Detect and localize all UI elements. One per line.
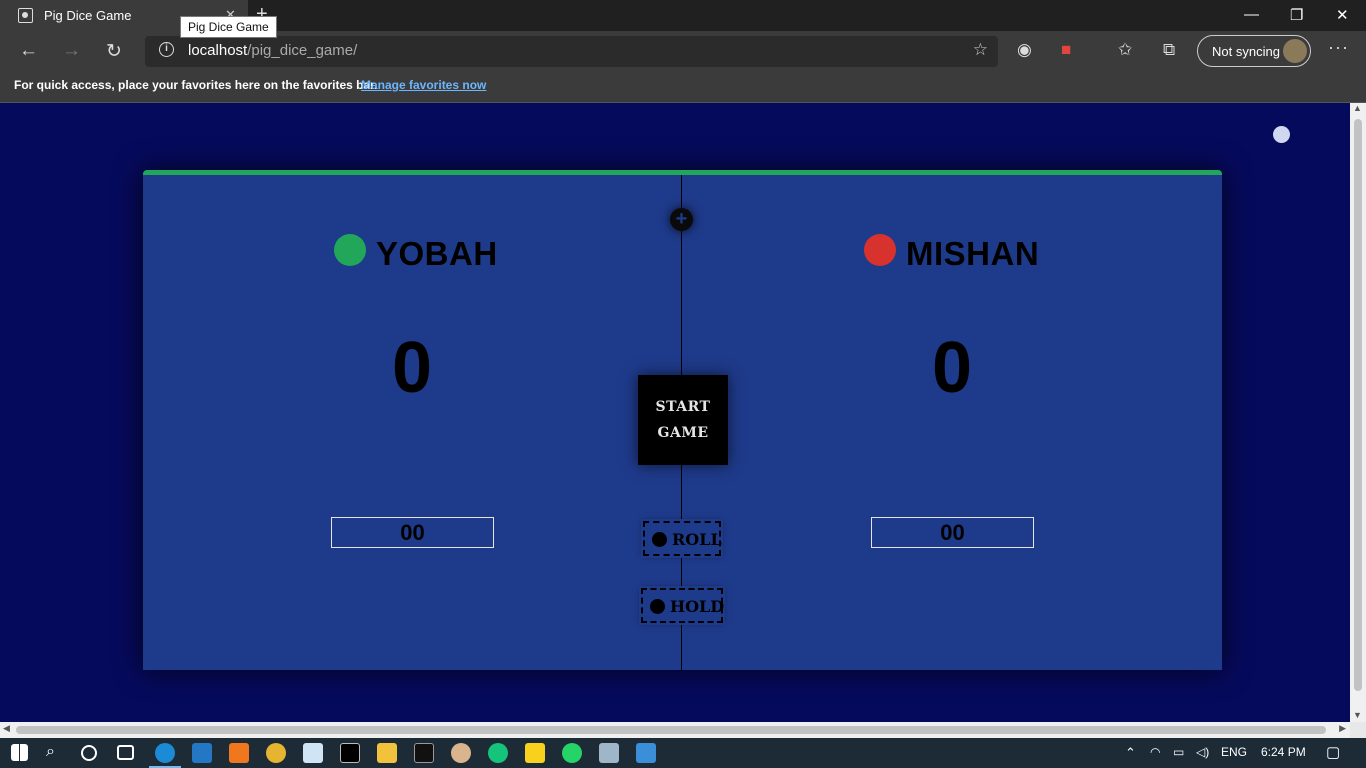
tab-title: Pig Dice Game xyxy=(44,8,132,23)
horizontal-scroll-thumb[interactable] xyxy=(16,726,1326,734)
show-hidden-icons-icon[interactable]: ⌃ xyxy=(1125,745,1136,761)
task-view-icon[interactable] xyxy=(117,745,134,760)
tab-tooltip: Pig Dice Game xyxy=(180,16,277,38)
hold-button[interactable]: HOLD xyxy=(639,586,725,625)
more-menu-icon[interactable]: ··· xyxy=(1328,37,1349,58)
start-label-line1: START xyxy=(655,399,711,415)
manage-favorites-link[interactable]: Manage favorites now xyxy=(361,78,486,92)
vscode-icon[interactable] xyxy=(192,743,212,763)
player2-dot xyxy=(864,234,896,266)
search-icon[interactable]: ⌕ xyxy=(46,743,66,763)
favorites-icon[interactable]: ✩ xyxy=(1118,40,1132,60)
minimize-button[interactable]: — xyxy=(1244,6,1259,23)
scroll-right-icon[interactable]: ▶ xyxy=(1339,723,1346,734)
windows-taskbar: ⌕ ⌃ ◠ ▭ ◁) ENG 6:24 PM ▢ xyxy=(0,738,1366,768)
refresh-button[interactable]: ↻ xyxy=(106,40,122,63)
tab-bar: Pig Dice Game ✕ + Pig Dice Game — ❐ ✕ xyxy=(0,0,1366,38)
new-game-icon[interactable]: + xyxy=(670,208,693,231)
player2-score: 0 xyxy=(931,328,973,408)
terminal-icon[interactable] xyxy=(340,743,360,763)
whatsapp-icon[interactable] xyxy=(562,743,582,763)
page-viewport: + YOBAH 0 00 MISHAN 0 00 START GAME ROLL… xyxy=(0,103,1350,722)
sync-label: Not syncing xyxy=(1212,44,1280,59)
scroll-left-icon[interactable]: ◀ xyxy=(3,723,10,734)
notifications-icon[interactable]: ▢ xyxy=(1326,743,1340,761)
pause-circle-icon xyxy=(650,599,665,614)
game-board: + YOBAH 0 00 MISHAN 0 00 START GAME ROLL… xyxy=(143,170,1222,670)
battery-icon[interactable]: ▭ xyxy=(1173,745,1184,759)
wifi-icon[interactable]: ◠ xyxy=(1150,745,1160,759)
player2-current-score: 00 xyxy=(871,517,1034,548)
cortana-icon[interactable] xyxy=(81,745,97,761)
forward-button[interactable]: → xyxy=(62,40,81,62)
sticky-notes-icon[interactable] xyxy=(525,743,545,763)
vertical-scroll-thumb[interactable] xyxy=(1354,119,1362,691)
back-button[interactable]: ← xyxy=(19,40,38,62)
vertical-scrollbar[interactable]: ▲ ▼ xyxy=(1350,103,1366,722)
avatar xyxy=(1283,39,1307,63)
player2-name: MISHAN xyxy=(906,235,1040,272)
address-bar[interactable]: i localhost/pig_dice_game/ ☆ xyxy=(145,36,998,67)
restore-button[interactable]: ❐ xyxy=(1290,6,1303,24)
scrollbar-corner xyxy=(1350,722,1366,738)
roll-button[interactable]: ROLL xyxy=(641,519,723,558)
favorite-star-icon[interactable]: ☆ xyxy=(973,40,988,60)
edge-browser-icon[interactable] xyxy=(155,743,175,763)
horizontal-scrollbar[interactable]: ◀ ▶ xyxy=(0,722,1350,738)
pig-favicon-icon xyxy=(18,8,33,23)
xampp-icon[interactable] xyxy=(229,743,249,763)
console-app-icon[interactable] xyxy=(414,743,434,763)
chrome-icon[interactable] xyxy=(266,743,286,763)
camera-extension-icon[interactable]: ■ xyxy=(1061,40,1071,60)
notepad-icon[interactable] xyxy=(303,743,323,763)
play-circle-icon xyxy=(652,532,667,547)
start-game-button[interactable]: START GAME xyxy=(638,375,728,465)
collections-icon[interactable]: ⧉ xyxy=(1163,40,1175,60)
player1-name: YOBAH xyxy=(376,235,498,272)
remote-desktop-icon[interactable] xyxy=(599,743,619,763)
grammarly-icon[interactable] xyxy=(488,743,508,763)
extension-circle-icon[interactable]: ◉ xyxy=(1017,40,1032,60)
player1-current-score: 00 xyxy=(331,517,494,548)
language-indicator[interactable]: ENG xyxy=(1221,745,1247,759)
player1-score: 0 xyxy=(391,328,433,408)
file-explorer-icon[interactable] xyxy=(377,743,397,763)
profile-sync-button[interactable]: Not syncing xyxy=(1197,35,1311,67)
start-label-line2: GAME xyxy=(657,425,709,441)
site-info-icon[interactable]: i xyxy=(159,42,174,57)
url-text[interactable]: localhost/pig_dice_game/ xyxy=(188,42,357,59)
favorites-message: For quick access, place your favorites h… xyxy=(14,78,378,92)
paint-icon[interactable] xyxy=(451,743,471,763)
scroll-down-icon[interactable]: ▼ xyxy=(1353,710,1362,720)
scroll-up-icon[interactable]: ▲ xyxy=(1353,103,1362,113)
windows-start-icon[interactable] xyxy=(11,744,28,761)
favorites-bar: For quick access, place your favorites h… xyxy=(0,72,1366,103)
roll-label: ROLL xyxy=(672,530,722,549)
hold-label: HOLD xyxy=(670,597,725,616)
clock[interactable]: 6:24 PM xyxy=(1261,745,1306,759)
close-window-button[interactable]: ✕ xyxy=(1336,6,1349,24)
player1-active-dot xyxy=(334,234,366,266)
photos-icon[interactable] xyxy=(636,743,656,763)
theme-toggle-dot[interactable] xyxy=(1273,126,1290,143)
volume-icon[interactable]: ◁) xyxy=(1196,745,1209,759)
